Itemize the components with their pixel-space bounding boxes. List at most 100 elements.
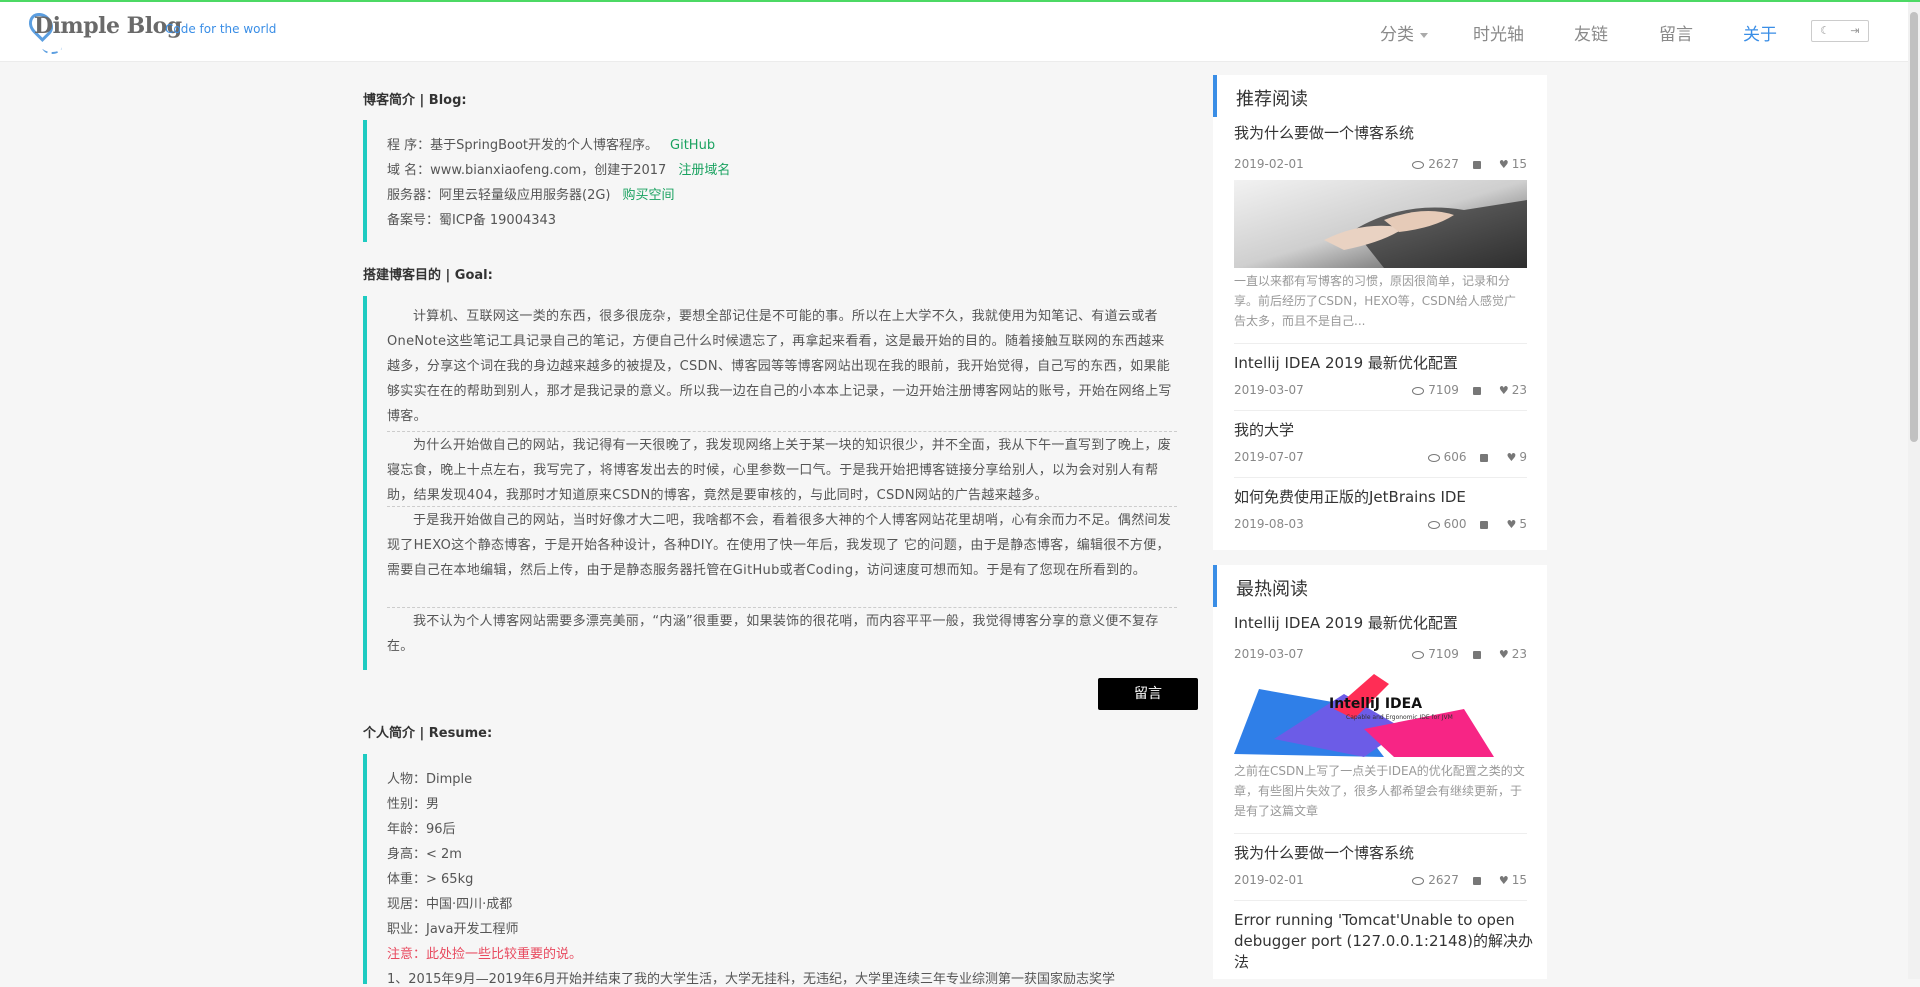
- moon-icon: ☾: [1820, 24, 1830, 37]
- article-meta: 2019-03-07 7109 ♥ 23: [1234, 647, 1527, 661]
- blog-info-line: 服务器：阿里云轻量级应用服务器(2G) 购买空间: [387, 184, 675, 203]
- article-title-link[interactable]: 我为什么要做一个博客系统: [1234, 123, 1534, 144]
- divider: [387, 607, 1177, 608]
- card-header: 推荐阅读: [1213, 75, 1547, 117]
- article-thumbnail[interactable]: IntelliJ IDEA Capable and Ergonomic IDE …: [1234, 669, 1527, 757]
- resume-line: 身高：< 2m: [387, 847, 462, 862]
- article-stats: 600 ♥ 5: [1427, 517, 1527, 531]
- divider: [1234, 900, 1527, 901]
- card-title: 推荐阅读: [1236, 89, 1308, 110]
- heart-icon: ♥: [1506, 518, 1517, 531]
- nav-timeline[interactable]: 时光轴: [1473, 20, 1524, 45]
- resume-line: 人物：Dimple: [387, 772, 473, 787]
- blog-info-line: 备案号：蜀ICP备 19004343: [387, 209, 556, 228]
- resume-line: 性别：男: [387, 797, 440, 812]
- article-meta: 2019-02-01 2627 ♥ 15: [1234, 873, 1527, 887]
- resume-section-title: 个人简介 | Resume:: [363, 726, 493, 741]
- eye-icon: [1427, 453, 1440, 462]
- github-link[interactable]: GitHub: [670, 138, 715, 153]
- like-count: 15: [1511, 157, 1527, 171]
- site-logo[interactable]: Dimple Blog: [24, 8, 182, 60]
- like-count: 23: [1511, 383, 1527, 397]
- article-title-link[interactable]: Intellij IDEA 2019 最新优化配置: [1234, 353, 1534, 374]
- blog-info-text: 程 序：基于SpringBoot开发的个人博客程序。: [387, 138, 659, 153]
- goal-section-title: 搭建博客目的 | Goal:: [363, 268, 493, 283]
- register-domain-link[interactable]: 注册域名: [678, 163, 730, 178]
- like-count: 15: [1511, 873, 1527, 887]
- site-header: Dimple Blog Code for the world 分类 时光轴 友链…: [0, 2, 1908, 62]
- idea-logo-text: IntelliJ IDEA: [1329, 696, 1423, 712]
- like-count: 23: [1511, 647, 1527, 661]
- view-count: 7109: [1428, 647, 1459, 661]
- resume-note: 注意：此处捡一些比较重要的说。: [387, 947, 583, 962]
- blog-info-line: 程 序：基于SpringBoot开发的个人博客程序。 GitHub: [387, 134, 715, 153]
- article-date: 2019-02-01: [1234, 873, 1304, 887]
- article-meta: 2019-02-01 2627 ♥ 15: [1234, 157, 1527, 171]
- hot-card: 最热阅读 Intellij IDEA 2019 最新优化配置 2019-03-0…: [1213, 565, 1547, 979]
- like-count: 9: [1519, 450, 1527, 464]
- view-count: 606: [1443, 450, 1467, 464]
- article-title-link[interactable]: Error running 'Tomcat'Unable to open deb…: [1234, 910, 1534, 973]
- heart-icon: ♥: [1498, 158, 1509, 171]
- comment-icon: [1472, 386, 1481, 395]
- goal-paragraph: 计算机、互联网这一类的东西，很多很庞杂，要想全部记住是不可能的事。所以在上大学不…: [387, 309, 1172, 424]
- comment-icon: [1472, 876, 1481, 885]
- idea-logo-subtitle: Capable and Ergonomic IDE for JVM: [1346, 714, 1453, 721]
- nav-message[interactable]: 留言: [1659, 20, 1693, 45]
- site-tagline: Code for the world: [165, 22, 277, 36]
- nav-category-label: 分类: [1380, 25, 1414, 45]
- divider: [387, 506, 1177, 507]
- recommend-card: 推荐阅读 我为什么要做一个博客系统 2019-02-01 2627 ♥ 15 一直以…: [1213, 75, 1547, 550]
- resume-line: 1、2015年9月—2019年6月开始并结束了我的大学生活，大学无挂科，无违纪，…: [387, 972, 1115, 987]
- comment-icon: [1472, 160, 1481, 169]
- article-title-link[interactable]: 如何免费使用正版的JetBrains IDE: [1234, 487, 1534, 508]
- blog-info-text: 备案号：蜀ICP备 19004343: [387, 213, 557, 228]
- view-count: 600: [1443, 517, 1467, 531]
- divider: [1234, 410, 1527, 411]
- blog-info-text: 服务器：阿里云轻量级应用服务器(2G): [387, 188, 611, 203]
- article-date: 2019-03-07: [1234, 647, 1304, 661]
- card-header: 最热阅读: [1213, 565, 1547, 607]
- divider: [1234, 477, 1527, 478]
- nav-about[interactable]: 关于: [1743, 20, 1777, 45]
- nav-links[interactable]: 友链: [1574, 20, 1608, 45]
- card-accent-bar: [1213, 75, 1217, 117]
- divider: [387, 431, 1177, 432]
- article-summary: 一直以来都有写博客的习惯，原因很简单，记录和分享。前后经历了CSDN，HEXO等…: [1234, 274, 1516, 328]
- article-date: 2019-07-07: [1234, 450, 1304, 464]
- nav-category[interactable]: 分类: [1380, 20, 1428, 45]
- article-date: 2019-08-03: [1234, 517, 1304, 531]
- article-meta: 2019-03-07 7109 ♥ 23: [1234, 383, 1527, 397]
- article-date: 2019-02-01: [1234, 157, 1304, 171]
- page-scrollbar[interactable]: [1908, 2, 1920, 979]
- card-title: 最热阅读: [1236, 579, 1308, 600]
- login-icon: ⇥: [1850, 24, 1860, 37]
- message-button[interactable]: 留言: [1098, 678, 1198, 710]
- article-meta: 2019-08-03 600 ♥ 5: [1234, 517, 1527, 531]
- article-date: 2019-03-07: [1234, 383, 1304, 397]
- scrollbar-thumb[interactable]: [1910, 12, 1918, 442]
- heart-icon: ♥: [1498, 384, 1509, 397]
- article-title-link[interactable]: 我为什么要做一个博客系统: [1234, 843, 1534, 864]
- comment-icon: [1480, 453, 1489, 462]
- eye-icon: [1427, 520, 1440, 529]
- resume-line: 年龄：96后: [387, 822, 456, 837]
- heart-icon: ♥: [1498, 648, 1509, 661]
- article-title-link[interactable]: 我的大学: [1234, 420, 1534, 441]
- goal-paragraph: 为什么开始做自己的网站，我记得有一天很晚了，我发现网络上关于某一块的知识很少，并…: [387, 438, 1172, 503]
- article-title-link[interactable]: Intellij IDEA 2019 最新优化配置: [1234, 613, 1534, 634]
- blog-info-text: 域 名：www.bianxiaofeng.com，创建于2017: [387, 163, 667, 178]
- card-accent-bar: [1213, 565, 1217, 607]
- article-thumbnail[interactable]: [1234, 180, 1527, 268]
- article-stats: 7109 ♥ 23: [1412, 383, 1527, 397]
- article-stats: 7109 ♥ 23: [1412, 647, 1527, 661]
- goal-paragraph: 于是我开始做自己的网站，当时好像才大二吧，我啥都不会，看着很多大神的个人博客网站…: [387, 513, 1172, 578]
- resume-line: 职业：Java开发工程师: [387, 922, 519, 937]
- article-stats: 2627 ♥ 15: [1412, 157, 1527, 171]
- divider: [1234, 833, 1527, 834]
- heart-icon: ♥: [1498, 874, 1509, 887]
- buy-space-link[interactable]: 购买空间: [623, 188, 675, 203]
- article-stats: 2627 ♥ 15: [1412, 873, 1527, 887]
- theme-toggle[interactable]: ☾ ⇥: [1811, 20, 1869, 42]
- resume-line: 体重：> 65kg: [387, 872, 474, 887]
